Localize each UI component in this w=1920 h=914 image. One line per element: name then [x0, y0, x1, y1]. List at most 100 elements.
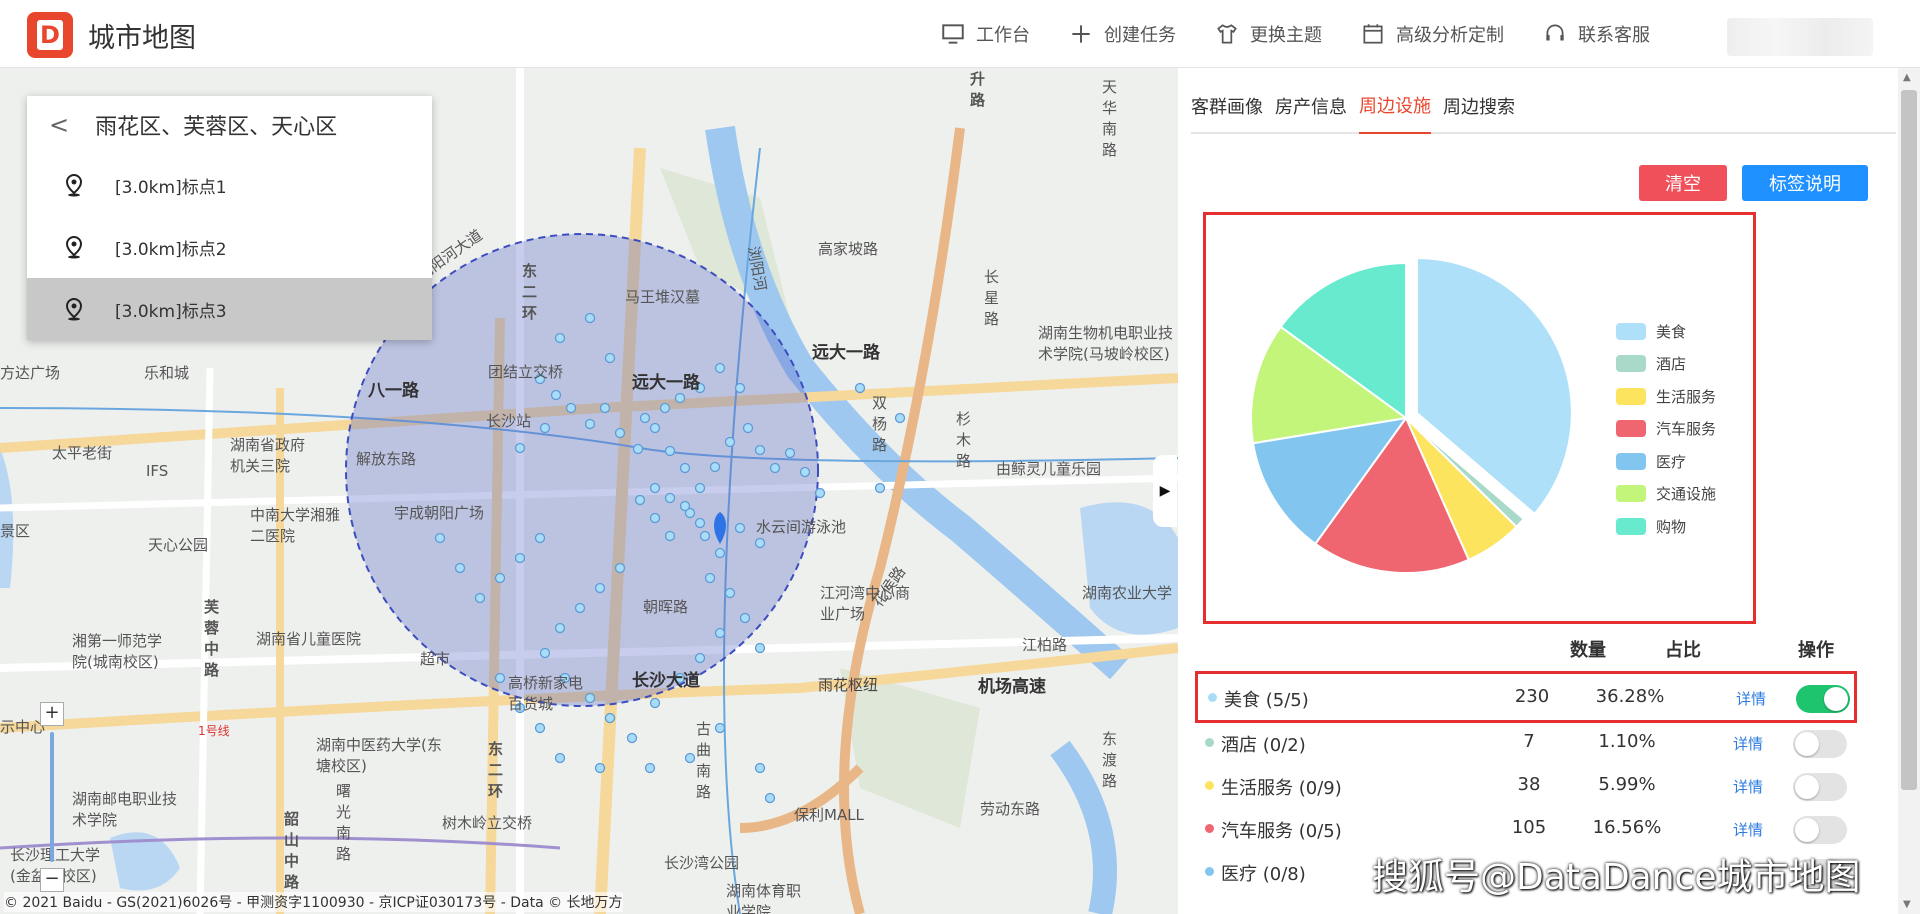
map-label: 古曲南路 [696, 720, 712, 801]
scroll-thumb[interactable] [1901, 90, 1917, 790]
legend-label: 购物 [1656, 517, 1687, 536]
calendar-icon [1363, 24, 1383, 44]
map-label: 湖南省政府机关三院 [230, 436, 306, 475]
map-label: 湖南体育职业学院 [726, 882, 802, 914]
headset-icon [1546, 24, 1564, 41]
category-dot [1205, 867, 1214, 876]
visibility-toggle[interactable] [1793, 816, 1847, 844]
monitor-icon [942, 24, 964, 44]
nav-support[interactable]: 联系客服 [1542, 21, 1650, 47]
map-label: 湖南省儿童医院 [256, 630, 362, 648]
map-label: 乐和城 [144, 364, 190, 382]
zoom-in-button[interactable]: + [40, 702, 64, 726]
zoom-out-button[interactable]: − [40, 868, 64, 892]
toggle-knob [1795, 775, 1819, 799]
nav-label: 联系客服 [1578, 25, 1650, 46]
watermark: 搜狐号@DataDance城市地图 [1372, 857, 1861, 898]
legend-item[interactable]: 购物 [1616, 510, 1716, 543]
back-arrow-icon[interactable]: < [49, 111, 69, 139]
plus-icon [1072, 25, 1090, 43]
tab-nearby-search[interactable]: 周边搜索 [1443, 88, 1515, 134]
category-count: 7 [1523, 731, 1535, 752]
details-link[interactable]: 详情 [1733, 819, 1763, 840]
map-label: 水云间游泳池 [756, 518, 847, 536]
clear-button[interactable]: 清空 [1639, 165, 1727, 201]
scroll-down-icon[interactable]: ▼ [1903, 899, 1911, 910]
legend-item[interactable]: 酒店 [1616, 348, 1716, 381]
category-ratio: 16.56% [1592, 817, 1662, 838]
legend-item[interactable]: 医疗 [1616, 445, 1716, 478]
app-logo[interactable]: D [27, 12, 73, 58]
legend-item[interactable]: 生活服务 [1616, 380, 1716, 413]
panel-collapse-button[interactable]: ▶ [1153, 455, 1177, 527]
visibility-toggle[interactable] [1793, 730, 1847, 758]
location-item-1[interactable]: [3.0km]标点1 [27, 154, 432, 216]
nav-label: 更换主题 [1250, 25, 1322, 46]
nav-label: 工作台 [976, 25, 1030, 46]
map-label: 八一路 [368, 381, 419, 401]
category-name: 汽车服务 (0/5) [1221, 821, 1342, 842]
map-label: 示中心 [0, 718, 46, 736]
map-label: 长星路 [984, 268, 1000, 328]
table-row: 汽车服务 (0/5) 105 16.56% 详情 [1195, 807, 1857, 850]
location-panel-header: < 雨花区、芙蓉区、天心区 [27, 96, 432, 154]
nav-advanced[interactable]: 高级分析定制 [1360, 21, 1504, 47]
tab-customer-profile[interactable]: 客群画像 [1191, 88, 1263, 134]
legend-swatch [1616, 420, 1646, 438]
legend-item[interactable]: 美食 [1616, 315, 1716, 348]
app-header: D 城市地图 工作台 创建任务 更换主题 高级分析定制 联系客服 [0, 0, 1920, 68]
map-label: 湖南中医药大学(东塘校区) [316, 736, 442, 775]
pie-svg [1250, 256, 1573, 574]
map-label: 劳动东路 [980, 800, 1041, 818]
map-label: 宇成朝阳广场 [394, 504, 485, 522]
map-pin-icon [65, 173, 83, 197]
nav-create-task[interactable]: 创建任务 [1068, 21, 1176, 47]
legend-info-button[interactable]: 标签说明 [1742, 165, 1868, 201]
legend-item[interactable]: 汽车服务 [1616, 413, 1716, 446]
toggle-knob [1824, 687, 1848, 711]
scroll-up-icon[interactable]: ▲ [1903, 72, 1911, 83]
location-item-2[interactable]: [3.0km]标点2 [27, 216, 432, 278]
map-label: 方达广场 [0, 364, 61, 382]
details-link[interactable]: 详情 [1736, 688, 1766, 709]
map-label: 解放东路 [356, 450, 417, 468]
map-label: 东二环 [522, 262, 538, 322]
map-label: 由鲸灵儿童乐园 [996, 460, 1102, 478]
nav-theme[interactable]: 更换主题 [1214, 21, 1322, 47]
col-action: 操作 [1798, 640, 1834, 661]
map-label: 保利MALL [794, 806, 864, 824]
map-label: 中南大学湘雅二医院 [250, 506, 341, 545]
map-label: 团结立交桥 [488, 363, 564, 381]
tab-nearby-facilities[interactable]: 周边设施 [1359, 88, 1431, 134]
category-dot [1205, 824, 1214, 833]
facility-pie-chart: 美食 酒店 生活服务 汽车服务 医疗 交通设施购物 [1203, 212, 1756, 624]
map-label: IFS [146, 462, 169, 480]
map-label: 升路 [970, 70, 986, 109]
map-label: 树木岭立交桥 [442, 814, 533, 832]
table-row: 美食 (5/5) 230 36.28% 详情 [1195, 671, 1857, 723]
map-label: 长沙湾公园 [664, 854, 740, 872]
legend-swatch [1616, 452, 1646, 470]
legend-item[interactable]: 交通设施 [1616, 478, 1716, 511]
location-item-3[interactable]: [3.0km]标点3 [27, 278, 432, 340]
map-label: 长沙大道 [632, 671, 700, 691]
map-label: 马王堆汉墓 [625, 288, 701, 306]
panel-scrollbar[interactable]: ▲ ▼ [1898, 68, 1920, 914]
visibility-toggle[interactable] [1793, 773, 1847, 801]
caret-right-icon: ▶ [1159, 483, 1171, 499]
zoom-slider[interactable] [50, 732, 54, 862]
visibility-toggle[interactable] [1796, 685, 1850, 713]
toggle-knob [1795, 732, 1819, 756]
map-pin-icon [65, 235, 83, 259]
col-ratio: 占比 [1665, 640, 1701, 661]
nav-label: 高级分析定制 [1396, 25, 1504, 46]
nav-workbench[interactable]: 工作台 [940, 21, 1030, 47]
map-label: 江柏路 [1022, 636, 1068, 654]
details-link[interactable]: 详情 [1733, 733, 1763, 754]
category-count: 105 [1511, 817, 1547, 838]
details-link[interactable]: 详情 [1733, 776, 1763, 797]
map-label: 东渡路 [1102, 730, 1118, 790]
user-avatar[interactable] [1727, 18, 1873, 56]
tab-property-info[interactable]: 房产信息 [1275, 88, 1347, 134]
map-label: 湘第一师范学院(城南校区) [72, 632, 163, 671]
